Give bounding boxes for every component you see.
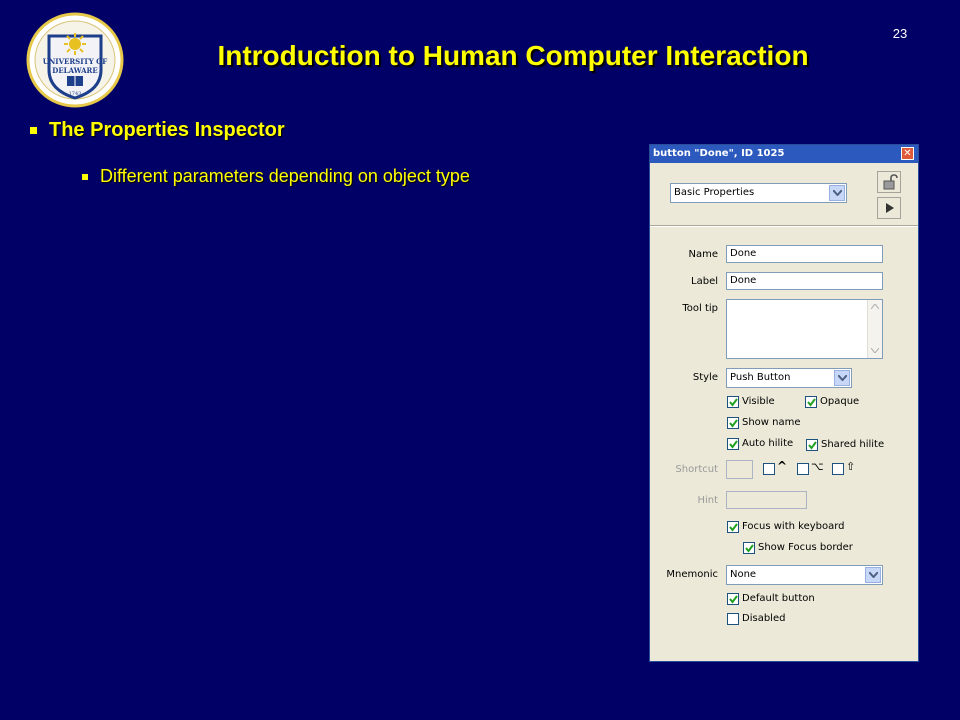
opaque-checkbox-label: Opaque [820,396,860,407]
name-field[interactable]: Done [726,245,883,263]
show-name-checkbox[interactable] [727,417,739,429]
auto-hilite-checkbox-label: Auto hilite [742,438,794,449]
next-button[interactable] [877,197,901,219]
mnemonic-label: Mnemonic [666,569,718,580]
option-key-icon: ⌥ [811,460,824,473]
name-label: Name [688,249,718,260]
bullet-text: The Properties Inspector [49,119,285,141]
mnemonic-select[interactable]: None [726,565,883,585]
view-select-value: Basic Properties [674,187,755,198]
scroll-up-icon [871,304,879,309]
shift-key-icon: ⇧ [846,460,856,473]
default-button-checkbox[interactable] [727,593,739,605]
disabled-checkbox[interactable] [727,613,739,625]
shortcut-label: Shortcut [675,464,718,475]
label-field-value: Done [730,275,757,286]
tooltip-label: Tool tip [682,303,718,314]
shift-key-checkbox[interactable] [832,463,844,475]
checkmark-icon [745,544,754,553]
square-bullet-icon [30,127,37,135]
lock-button[interactable] [877,171,901,193]
play-arrow-icon [886,203,894,213]
option-key-checkbox[interactable] [797,463,809,475]
style-select[interactable]: Push Button [726,368,852,388]
slide-title: Introduction to Human Computer Interacti… [217,40,809,71]
visible-checkbox-label: Visible [742,396,775,407]
focus-with-keyboard-checkbox-label: Focus with keyboard [742,521,845,532]
name-field-value: Done [730,248,757,259]
shared-hilite-checkbox[interactable] [806,439,818,451]
properties-inspector-window: button "Done", ID 1025 ✕ Basic Propertie… [649,144,919,662]
close-button[interactable]: ✕ [901,147,914,160]
shared-hilite-checkbox-label: Shared hilite [821,439,885,450]
close-icon: ✕ [903,148,912,159]
opaque-checkbox[interactable] [805,396,817,408]
unlock-icon [883,174,898,190]
page-number: 23 [892,26,908,41]
window-title: button "Done", ID 1025 [653,148,785,159]
mnemonic-select-value: None [730,569,757,580]
disabled-checkbox-label: Disabled [742,613,786,624]
show-name-checkbox-label: Show name [742,417,801,428]
control-key-checkbox[interactable] [763,463,775,475]
square-bullet-icon [82,174,88,181]
scroll-down-icon [871,348,879,353]
style-label: Style [692,372,718,383]
checkmark-icon [729,595,738,604]
auto-hilite-checkbox[interactable] [727,438,739,450]
checkmark-icon [807,398,816,407]
focus-with-keyboard-checkbox[interactable] [727,521,739,533]
tooltip-textarea[interactable] [726,299,883,359]
control-key-icon: ^ [777,459,788,473]
hint-field[interactable] [726,491,807,509]
checkmark-icon [729,398,738,407]
bullet-properties-inspector: The Properties Inspector [30,119,285,142]
chevron-down-icon [829,185,845,201]
checkmark-icon [808,441,817,450]
divider [650,225,918,227]
checkmark-icon [729,523,738,532]
scrollbar[interactable] [867,300,882,358]
chevron-down-icon [865,567,881,583]
shortcut-field[interactable] [726,460,753,479]
style-select-value: Push Button [730,372,791,383]
bullet-text: Different parameters depending on object… [100,166,470,186]
label-label: Label [691,276,718,287]
hint-label: Hint [697,495,718,506]
window-title-bar[interactable]: button "Done", ID 1025 ✕ [650,145,918,163]
svg-text:1743: 1743 [69,91,82,97]
checkmark-icon [729,440,738,449]
chevron-down-icon [834,370,850,386]
label-field[interactable]: Done [726,272,883,290]
show-focus-border-checkbox-label: Show Focus border [758,542,853,553]
checkmark-icon [729,419,738,428]
visible-checkbox[interactable] [727,396,739,408]
show-focus-border-checkbox[interactable] [743,542,755,554]
default-button-checkbox-label: Default button [742,593,815,604]
sub-bullet-different-parameters: Different parameters depending on object… [82,166,470,187]
view-select[interactable]: Basic Properties [670,183,847,203]
